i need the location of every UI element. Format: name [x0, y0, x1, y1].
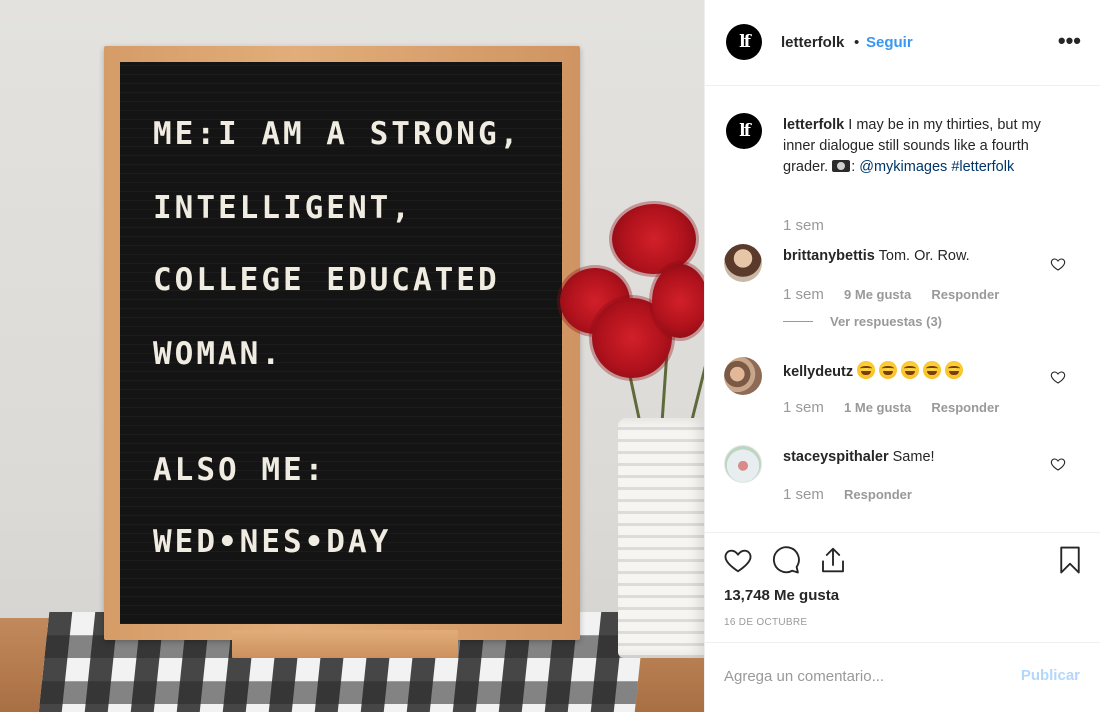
header-username[interactable]: letterfolk [781, 34, 844, 51]
bookmark-icon[interactable] [1055, 545, 1085, 575]
post-date[interactable]: 16 DE OCTUBRE [724, 617, 807, 628]
heart-icon[interactable] [723, 545, 753, 575]
comment-divider [705, 642, 1100, 643]
comment-icon[interactable] [771, 545, 801, 575]
caption-username[interactable]: letterfolk [783, 117, 844, 133]
joy-emoji-icon [879, 361, 898, 379]
comment-likes[interactable]: 9 Me gusta [844, 287, 911, 302]
joy-emoji-icon [945, 361, 964, 379]
follow-button[interactable]: Seguir [866, 34, 913, 51]
comment-text: Tom. Or. Row. [878, 248, 970, 264]
mention-link[interactable]: @mykimages [859, 159, 947, 175]
hashtag-link[interactable]: #letterfolk [951, 159, 1014, 175]
post-sidebar: lf letterfolk • Seguir ••• lf letterfolk… [704, 0, 1100, 712]
view-replies-button[interactable]: Ver respuestas (3) [830, 314, 942, 329]
comment-body: brittanybettis Tom. Or. Row. [783, 248, 970, 264]
avatar[interactable] [724, 445, 762, 483]
letter-board-stand [232, 630, 458, 658]
comment-timestamp[interactable]: 1 sem [783, 286, 824, 303]
comment-body: kellydeutz [783, 361, 967, 380]
reply-button[interactable]: Responder [844, 487, 912, 502]
comment-username[interactable]: staceyspithaler [783, 449, 889, 465]
joy-emoji-icon [901, 361, 920, 379]
actions-divider [705, 532, 1100, 533]
comment-timestamp[interactable]: 1 sem [783, 486, 824, 503]
comment-input[interactable] [724, 662, 1014, 690]
camera-icon [832, 160, 851, 172]
joy-emoji-icon [923, 361, 942, 379]
letterfolk-logo-icon[interactable]: lf [726, 24, 762, 60]
post-caption: letterfolk I may be in my thirties, but … [783, 115, 1073, 178]
caption-credit-colon: : [851, 159, 856, 175]
comment-meta: 1 sem 9 Me gusta Responder [783, 286, 999, 303]
like-heart-icon[interactable] [1050, 456, 1066, 472]
reply-button[interactable]: Responder [931, 287, 999, 302]
joy-emoji-icon [857, 361, 876, 379]
caption-timestamp[interactable]: 1 sem [783, 217, 824, 234]
replies-divider [783, 321, 813, 322]
comment-meta: 1 sem 1 Me gusta Responder [783, 399, 999, 416]
comment-username[interactable]: kellydeutz [783, 364, 853, 380]
avatar[interactable] [724, 244, 762, 282]
white-vase [618, 418, 704, 658]
caption-avatar[interactable]: lf [726, 113, 762, 149]
share-icon[interactable] [818, 545, 848, 575]
comment-timestamp[interactable]: 1 sem [783, 399, 824, 416]
board-line: COLLEGE EDUCATED [153, 262, 500, 298]
board-line: WOMAN. [153, 336, 283, 372]
publish-button[interactable]: Publicar [1021, 667, 1080, 684]
more-options-icon[interactable]: ••• [1058, 30, 1081, 52]
comment-text: Same! [892, 449, 935, 465]
comment-username[interactable]: brittanybettis [783, 248, 875, 264]
like-heart-icon[interactable] [1050, 256, 1066, 272]
like-heart-icon[interactable] [1050, 369, 1066, 385]
board-line: ME:I AM A STRONG, [153, 116, 522, 152]
reply-button[interactable]: Responder [931, 400, 999, 415]
header-separator: • [854, 34, 860, 51]
comment-body: staceyspithaler Same! [783, 449, 935, 465]
likes-count[interactable]: 13,748 Me gusta [724, 587, 839, 604]
board-line: INTELLIGENT, [153, 190, 413, 226]
post-header: lf letterfolk • Seguir ••• [705, 0, 1100, 86]
post-photo[interactable]: ME:I AM A STRONG, INTELLIGENT, COLLEGE E… [0, 0, 704, 712]
board-line: ALSO ME: [153, 452, 327, 488]
comment-likes[interactable]: 1 Me gusta [844, 400, 911, 415]
comment-meta: 1 sem Responder [783, 486, 912, 503]
avatar[interactable] [724, 357, 762, 395]
board-line: WED•NES•DAY [153, 524, 392, 560]
red-dahlia [652, 264, 704, 338]
